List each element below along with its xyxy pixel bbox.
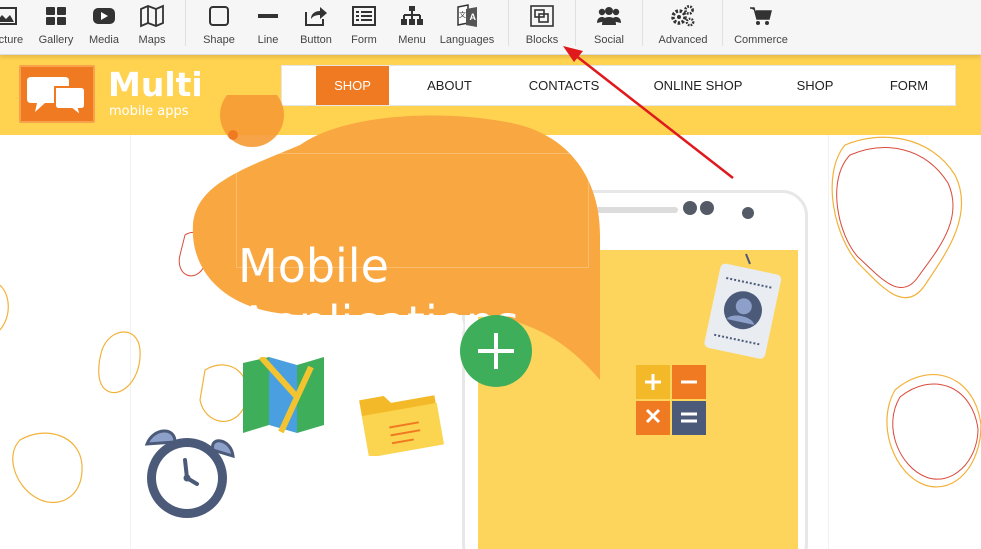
cart-icon [750,7,772,25]
plus-icon [478,333,514,369]
toolbar-form-button[interactable]: Form [344,0,384,52]
toolbar-social-button[interactable]: Social [589,0,629,52]
editor-toolbar: Picture Gallery Media Maps Shape [0,0,981,55]
speech-bubbles-icon [27,77,86,119]
blocks-icon [530,5,554,27]
phone-camera-dot [683,201,697,215]
hero-title-line-1: Mobile [238,239,389,293]
toolbar-line-button[interactable]: Line [248,0,288,52]
toolbar-button-button[interactable]: Button [295,0,337,52]
gears-icon [671,5,695,27]
form-icon [352,6,376,26]
calculator-icon [636,365,706,435]
map-icon [140,4,164,28]
gallery-icon [46,7,66,25]
toolbar-separator [575,0,576,46]
nav-item-shop[interactable]: SHOP [785,66,845,105]
toolbar-separator [185,0,186,46]
nav-item-online-shop[interactable]: ONLINE SHOP [643,66,753,105]
toolbar-gallery-button[interactable]: Gallery [34,0,78,52]
site-content-area[interactable]: Mobile Applications [0,95,981,549]
toolbar-commerce-button[interactable]: Commerce [731,0,791,52]
toolbar-maps-button[interactable]: Maps [132,0,172,52]
line-icon [258,14,278,18]
phone-camera-dot [700,201,714,215]
share-button-icon [305,7,327,26]
toolbar-separator [722,0,723,46]
toolbar-shape-button[interactable]: Shape [199,0,239,52]
logo-box[interactable] [19,65,95,123]
media-play-icon [93,8,115,24]
site-preview-canvas[interactable]: Multi mobile apps SHOP ABOUT CONTACTS ON… [0,55,981,549]
alarm-clock-icon [144,429,235,518]
translate-icon: A 文 [457,4,477,27]
svg-text:A: A [470,12,477,22]
nav-item-form[interactable]: FORM [876,66,942,105]
svg-text:文: 文 [459,10,466,19]
folder-icon [359,395,445,456]
toolbar-advanced-button[interactable]: Advanced [653,0,713,52]
logo-subtitle[interactable]: mobile apps [109,104,188,119]
toolbar-menu-button[interactable]: Menu [392,0,432,52]
shape-square-icon [209,6,229,26]
picture-icon [0,7,17,25]
add-block-button[interactable] [460,315,532,387]
map-illustration-icon [243,357,324,434]
logo-title[interactable]: Multi [108,65,203,104]
toolbar-picture-button[interactable]: Picture [0,0,26,52]
toolbar-languages-button[interactable]: A 文 Languages [437,0,497,52]
users-icon [597,7,621,25]
sitemap-icon [401,6,423,25]
phone-camera-dot [742,207,754,219]
id-badge-icon [704,253,782,359]
toolbar-media-button[interactable]: Media [84,0,124,52]
toolbar-separator [642,0,643,46]
toolbar-separator [508,0,509,46]
toolbar-blocks-button[interactable]: Blocks [522,0,562,52]
